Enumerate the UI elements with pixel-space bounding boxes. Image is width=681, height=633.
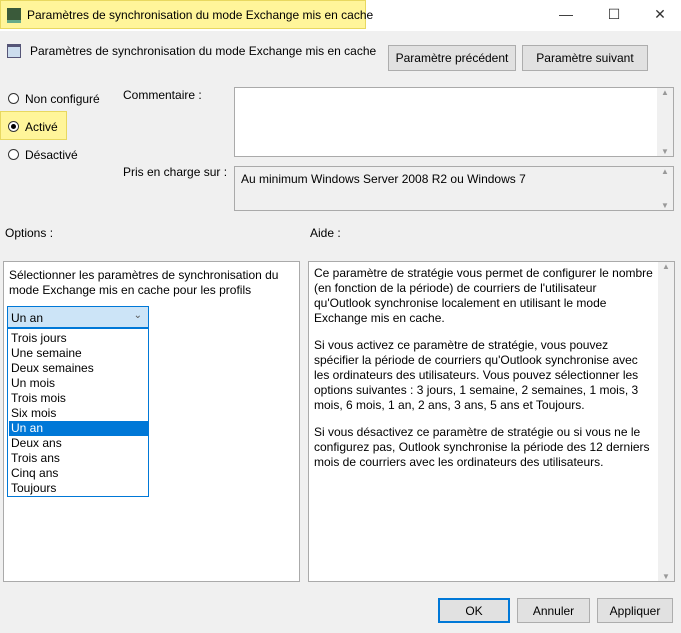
radio-not-configured[interactable] (8, 93, 19, 104)
list-item[interactable]: Six mois (9, 406, 148, 421)
comment-textarea[interactable]: ▲ ▼ (234, 87, 674, 157)
policy-title: Paramètres de synchronisation du mode Ex… (30, 44, 377, 58)
list-item[interactable]: Trois mois (9, 391, 148, 406)
minimize-button[interactable]: — (551, 6, 581, 26)
help-panel: Ce paramètre de stratégie vous permet de… (308, 261, 675, 582)
comment-scrollbar[interactable]: ▲ ▼ (657, 88, 673, 156)
radio-enabled[interactable] (8, 121, 19, 132)
supported-scrollbar[interactable]: ▲ ▼ (657, 167, 673, 210)
app-icon (7, 8, 21, 23)
sync-period-list: Trois jours Une semaine Deux semaines Un mo… (7, 328, 149, 497)
policy-icon (7, 44, 21, 58)
supported-field: Au minimum Windows Server 2008 R2 ou Win… (234, 166, 674, 211)
next-setting-button[interactable]: Paramètre suivant (522, 45, 648, 71)
help-scrollbar[interactable]: ▲ ▼ (658, 262, 674, 581)
previous-setting-button[interactable]: Paramètre précédent (388, 45, 516, 71)
window-title: Paramètres de synchronisation du mode Ex… (27, 8, 374, 22)
ok-button[interactable]: OK (438, 598, 510, 623)
help-label: Aide : (310, 226, 341, 240)
help-paragraph: Si vous activez ce paramètre de stratégi… (314, 338, 639, 412)
supported-value: Au minimum Windows Server 2008 R2 ou Win… (241, 172, 526, 186)
radio-disabled[interactable] (8, 149, 19, 160)
options-label: Options : (5, 226, 54, 240)
cancel-button[interactable]: Annuler (517, 598, 590, 623)
list-item[interactable]: Deux ans (9, 436, 148, 451)
options-panel: Sélectionner les paramètres de synchroni… (3, 261, 300, 582)
radio-label-disabled: Désactivé (25, 148, 78, 162)
apply-button[interactable]: Appliquer (597, 598, 673, 623)
chevron-down-icon: ⌄ (133, 310, 142, 321)
comment-label: Commentaire : (123, 88, 202, 102)
radio-label-not-configured: Non configuré (25, 92, 100, 106)
list-item[interactable]: Une semaine (9, 346, 148, 361)
list-item[interactable]: Deux semaines (9, 361, 148, 376)
list-item[interactable]: Toujours (9, 481, 148, 496)
scroll-down-icon[interactable]: ▼ (657, 147, 673, 156)
list-item[interactable]: Trois jours (9, 331, 148, 346)
list-item[interactable]: Un an (9, 421, 148, 436)
list-item[interactable]: Trois ans (9, 451, 148, 466)
list-item[interactable]: Cinq ans (9, 466, 148, 481)
radio-label-enabled: Activé (25, 120, 58, 134)
maximize-button[interactable]: ☐ (599, 6, 629, 26)
options-description: Sélectionner les paramètres de synchroni… (9, 268, 279, 297)
sync-period-dropdown[interactable]: Un an ⌄ (7, 306, 149, 328)
list-item[interactable]: Un mois (9, 376, 148, 391)
supported-label: Pris en charge sur : (123, 165, 228, 179)
close-button[interactable]: ✕ (645, 6, 675, 26)
dropdown-value: Un an (11, 311, 44, 325)
help-text: Ce paramètre de stratégie vous permet de… (314, 266, 654, 482)
help-paragraph: Si vous désactivez ce paramètre de strat… (314, 425, 650, 469)
help-paragraph: Ce paramètre de stratégie vous permet de… (314, 266, 653, 325)
scroll-up-icon[interactable]: ▲ (657, 88, 673, 97)
